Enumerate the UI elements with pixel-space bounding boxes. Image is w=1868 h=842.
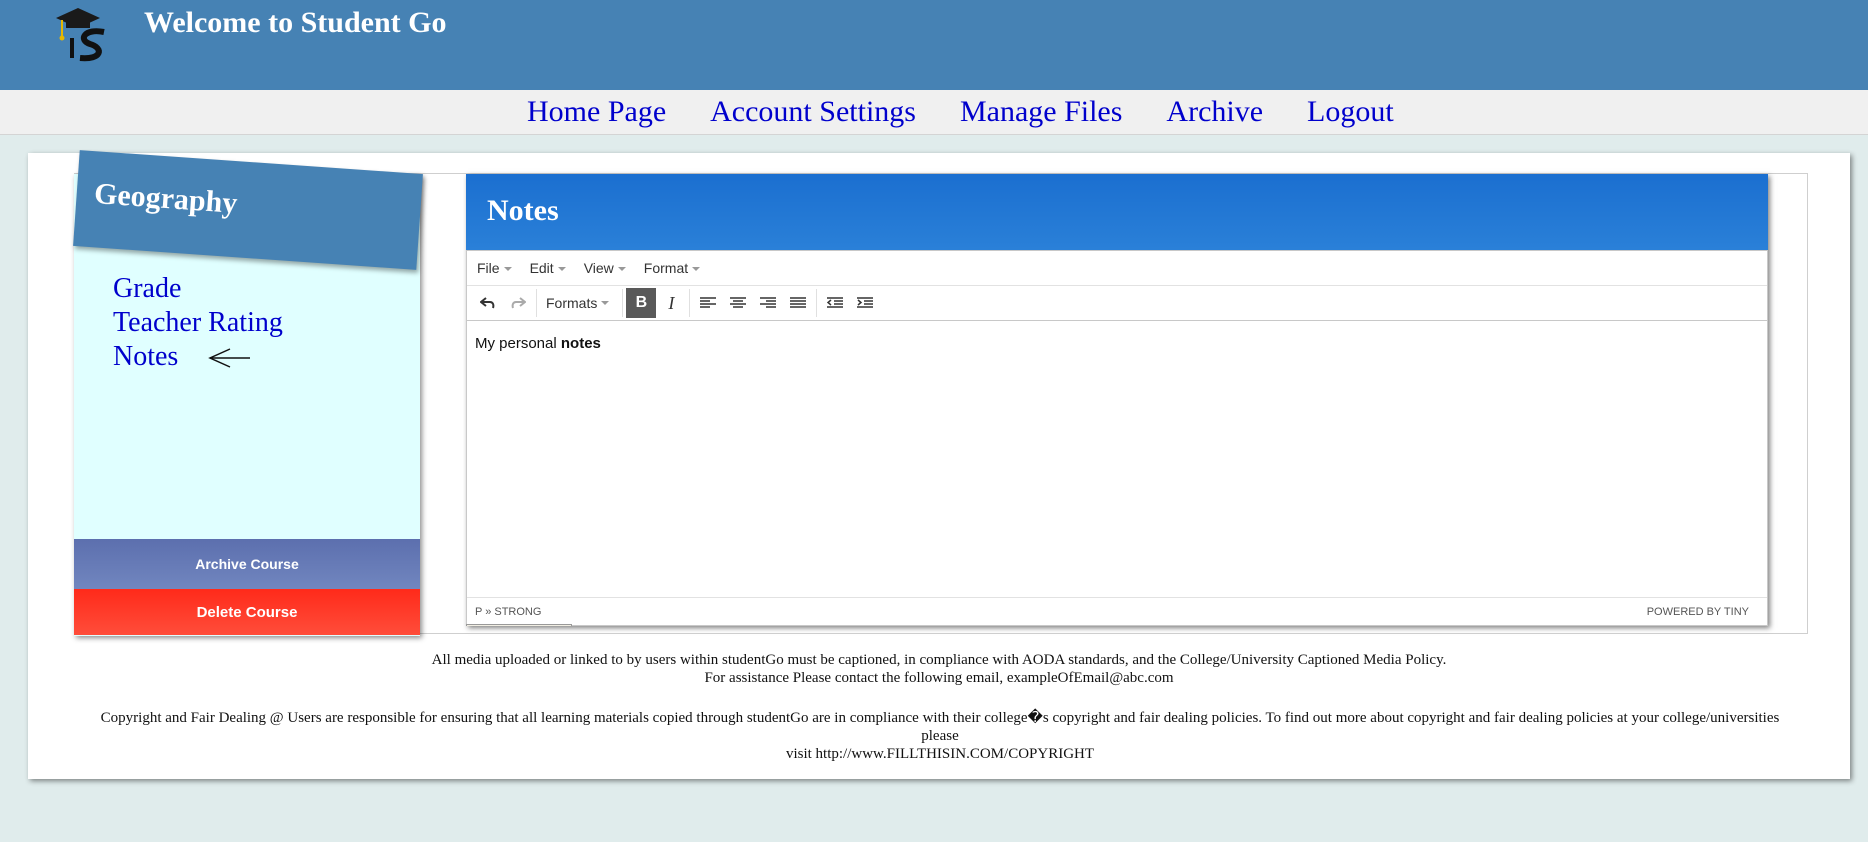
menu-format[interactable]: Format	[643, 260, 701, 276]
arrow-left-icon	[208, 348, 250, 368]
powered-by-label[interactable]: POWERED BY TINY	[1647, 606, 1749, 618]
toolbar-divider	[816, 289, 818, 317]
copyright-text: Copyright and Fair Dealing @ Users are r…	[100, 710, 1780, 744]
notes-header: Notes	[466, 174, 1768, 250]
chevron-down-icon	[601, 301, 610, 305]
archive-course-button[interactable]: Archive Course	[74, 539, 420, 589]
editor-menubar: File Edit View Format	[467, 251, 1767, 286]
nav-account-settings[interactable]: Account Settings	[710, 95, 916, 129]
menu-edit[interactable]: Edit	[530, 260, 566, 276]
footer-copyright: Copyright and Fair Dealing @ Users are r…	[100, 709, 1780, 763]
sidebar-link-grade[interactable]: Grade	[113, 272, 283, 306]
chevron-down-icon	[692, 267, 701, 272]
footer-notice: All media uploaded or linked to by users…	[28, 651, 1850, 687]
menu-file-label: File	[477, 260, 500, 276]
site-header: Welcome to Student Go	[0, 0, 1868, 90]
toolbar-divider	[622, 289, 624, 317]
notes-text: My personal	[475, 335, 561, 352]
notes-title: Notes	[487, 194, 559, 227]
chevron-down-icon	[503, 267, 512, 272]
delete-course-button[interactable]: Delete Course	[74, 589, 420, 635]
nav-archive[interactable]: Archive	[1166, 95, 1263, 129]
course-links: Grade Teacher Rating Notes	[113, 272, 283, 374]
indent-icon[interactable]	[850, 288, 880, 318]
menu-file[interactable]: File	[477, 260, 512, 276]
nav-home-page[interactable]: Home Page	[527, 95, 666, 129]
bold-icon[interactable]: B	[626, 288, 657, 318]
sidebar-link-notes[interactable]: Notes	[113, 340, 283, 374]
toolbar-divider	[689, 289, 691, 317]
footer-contact: For assistance Please contact the follow…	[704, 670, 1174, 686]
formats-label: Formats	[546, 295, 598, 311]
sidebar-link-teacher-rating[interactable]: Teacher Rating	[113, 306, 283, 340]
outdent-icon[interactable]	[820, 288, 850, 318]
rich-text-editor: File Edit View Format Formats B I My per…	[466, 250, 1768, 626]
undo-icon[interactable]	[473, 288, 503, 318]
nav-manage-files[interactable]: Manage Files	[960, 95, 1122, 129]
graduation-cap-logo-icon[interactable]	[54, 4, 114, 64]
toolbar-divider	[536, 289, 537, 317]
menu-edit-label: Edit	[529, 260, 554, 276]
site-title: Welcome to Student Go	[144, 6, 447, 39]
menu-format-label: Format	[643, 260, 689, 276]
italic-icon[interactable]: I	[656, 288, 686, 318]
align-left-icon[interactable]	[693, 288, 723, 318]
editor-statusbar: P » STRONG POWERED BY TINY	[467, 597, 1767, 625]
editor-content[interactable]: My personal notes	[467, 321, 1767, 521]
footer-media-notice: All media uploaded or linked to by users…	[431, 652, 1447, 668]
menu-view[interactable]: View	[584, 260, 626, 276]
menu-view-label: View	[583, 260, 614, 276]
align-center-icon[interactable]	[723, 288, 753, 318]
element-path: P » STRONG	[475, 605, 542, 618]
redo-icon[interactable]	[503, 288, 533, 318]
notes-bold-text: notes	[560, 335, 601, 352]
main-nav: Home Page Account Settings Manage Files …	[0, 90, 1868, 135]
chevron-down-icon	[617, 267, 626, 272]
chevron-down-icon	[557, 267, 566, 272]
formats-dropdown[interactable]: Formats	[540, 288, 619, 318]
align-justify-icon[interactable]	[783, 288, 813, 318]
copyright-link[interactable]: visit http://www.FILLTHISIN.COM/COPYRIGH…	[100, 745, 1780, 763]
editor-toolbar: Formats B I	[467, 286, 1767, 321]
save-button[interactable]: save	[466, 624, 572, 626]
notes-panel: Notes File Edit View Format Formats B I	[466, 174, 1768, 626]
nav-logout[interactable]: Logout	[1307, 95, 1394, 129]
align-right-icon[interactable]	[753, 288, 783, 318]
